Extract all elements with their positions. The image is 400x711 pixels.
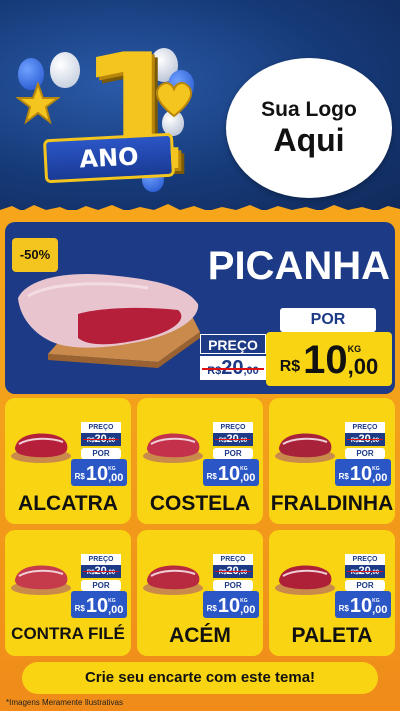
product-name: COSTELA — [149, 492, 251, 515]
currency: R$ — [338, 472, 349, 481]
strikethrough — [347, 439, 383, 440]
new-price: R$ 10 KG ,00 — [71, 591, 127, 618]
product-name: ALCATRA — [18, 492, 118, 515]
hero-old-currency: R$ — [207, 365, 222, 377]
cents: ,00 — [108, 604, 124, 616]
torn-paper-edge — [0, 204, 400, 220]
preco-label: PREÇO — [81, 422, 121, 433]
logo-placeholder: Sua Logo Aqui — [226, 58, 392, 198]
por-label: POR — [81, 580, 121, 591]
header-banner: 1 ANO Sua Logo Aqui — [0, 0, 400, 210]
heart-balloon-icon — [156, 82, 192, 118]
currency: R$ — [74, 604, 85, 613]
meat-image — [11, 565, 71, 595]
new-price: R$ 10 KG ,00 — [203, 591, 259, 618]
product-card[interactable]: PREÇO R$20,00 POR R$ 10 KG ,00 CONTRA FILÉ — [5, 530, 131, 656]
anniversary-ribbon: ANO — [42, 132, 176, 184]
currency: R$ — [206, 472, 217, 481]
preco-label: PREÇO — [213, 422, 253, 433]
strikethrough — [215, 439, 251, 440]
disclaimer-text: *Imagens Meramente Ilustrativas — [6, 698, 123, 707]
hero-cents: ,00 — [347, 354, 379, 379]
price-value: 10 — [217, 595, 241, 617]
strikethrough — [347, 571, 383, 572]
product-card[interactable]: PREÇO R$20,00 POR R$ 10 KG ,00 PALETA — [269, 530, 395, 656]
price-value: 10 — [217, 463, 241, 485]
cents: ,00 — [240, 472, 256, 484]
currency: R$ — [74, 472, 85, 481]
preco-label: PREÇO — [345, 422, 385, 433]
product-name: ACÉM — [169, 624, 231, 647]
meat-image — [143, 565, 203, 595]
cents: ,00 — [372, 472, 388, 484]
meat-image — [275, 565, 335, 595]
meat-image — [143, 433, 203, 463]
por-label: POR — [213, 580, 253, 591]
product-card[interactable]: PREÇO R$20,00 POR R$ 10 KG ,00 COSTELA — [137, 398, 263, 524]
por-label: POR — [213, 448, 253, 459]
hero-unit: KG — [347, 344, 362, 354]
product-card[interactable]: PREÇO R$20,00 POR R$ 10 KG ,00 ALCATRA — [5, 398, 131, 524]
preco-label: PREÇO — [213, 554, 253, 565]
preco-label: PREÇO — [81, 554, 121, 565]
hero-new-price: R$ 10 KG ,00 — [266, 332, 392, 386]
meat-image — [11, 433, 71, 463]
cents: ,00 — [372, 604, 388, 616]
new-price: R$ 10 KG ,00 — [335, 459, 391, 486]
price-value: 10 — [85, 463, 109, 485]
hero-currency: R$ — [279, 358, 301, 375]
hero-strikethrough — [202, 368, 264, 370]
new-price: R$ 10 KG ,00 — [335, 591, 391, 618]
cta-button[interactable]: Crie seu encarte com este tema! — [22, 662, 378, 694]
anniversary-badge: 1 ANO — [14, 33, 204, 198]
currency: R$ — [338, 604, 349, 613]
hero-preco-label: PREÇO — [200, 334, 266, 354]
price-value: 10 — [349, 595, 373, 617]
logo-line1: Sua Logo — [261, 98, 357, 121]
product-name: FRALDINHA — [270, 492, 394, 515]
strikethrough — [215, 571, 251, 572]
new-price: R$ 10 KG ,00 — [71, 459, 127, 486]
cents: ,00 — [240, 604, 256, 616]
product-name: PALETA — [291, 624, 373, 647]
por-label: POR — [345, 448, 385, 459]
por-label: POR — [81, 448, 121, 459]
strikethrough — [83, 439, 119, 440]
currency: R$ — [206, 604, 217, 613]
logo-line2: Aqui — [273, 122, 345, 158]
star-icon — [16, 82, 60, 125]
hero-price-value: 10 — [303, 338, 348, 382]
price-value: 10 — [349, 463, 373, 485]
hero-old-cents: ,00 — [243, 365, 259, 377]
product-card[interactable]: PREÇO R$20,00 POR R$ 10 KG ,00 FRALDINHA — [269, 398, 395, 524]
por-label: POR — [345, 580, 385, 591]
cents: ,00 — [108, 472, 124, 484]
meat-image — [275, 433, 335, 463]
hero-product-name: PICANHA — [207, 244, 390, 288]
hero-por-label: POR — [280, 308, 376, 332]
product-card[interactable]: PREÇO R$20,00 POR R$ 10 KG ,00 ACÉM — [137, 530, 263, 656]
strikethrough — [83, 571, 119, 572]
picanha-image — [18, 274, 200, 368]
price-value: 10 — [85, 595, 109, 617]
preco-label: PREÇO — [345, 554, 385, 565]
new-price: R$ 10 KG ,00 — [203, 459, 259, 486]
product-name: CONTRA FILÉ — [11, 624, 125, 643]
